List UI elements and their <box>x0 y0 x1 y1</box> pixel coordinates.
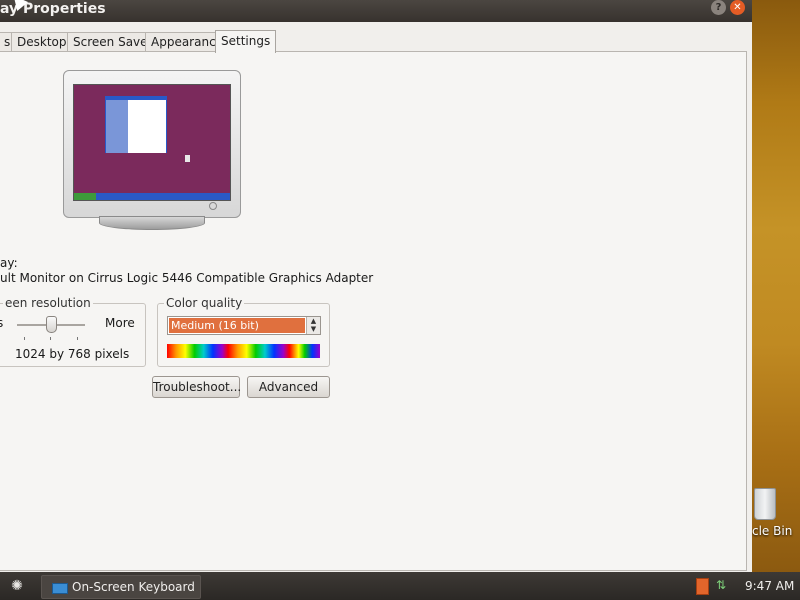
recycle-bin-label: cle Bin <box>752 524 793 538</box>
clock[interactable]: 9:47 AM <box>745 572 794 600</box>
slider-tick <box>24 337 25 340</box>
spin-arrows-icon[interactable]: ▲ ▼ <box>306 317 320 334</box>
tab-desktop[interactable]: Desktop <box>11 32 73 52</box>
monitor-screen <box>73 84 231 201</box>
slider-tick <box>77 337 78 340</box>
color-quality-legend: Color quality <box>164 296 245 310</box>
tab-settings[interactable]: Settings <box>215 30 277 53</box>
help-button[interactable]: ? <box>711 0 726 15</box>
color-quality-group: Color quality Medium (16 bit) ▲ ▼ <box>157 296 330 367</box>
screen-resolution-legend: een resolution <box>3 296 93 310</box>
preview-taskbar <box>74 193 230 200</box>
advanced-button[interactable]: Advanced <box>247 376 330 398</box>
color-quality-select[interactable]: Medium (16 bit) ▲ ▼ <box>167 316 321 335</box>
resolution-less-label: s <box>0 316 4 330</box>
monitor-bezel <box>63 70 241 218</box>
preview-recycle-bin-icon <box>185 155 190 162</box>
display-label: ay: <box>0 256 18 270</box>
network-icon[interactable]: ⇅ <box>716 578 730 593</box>
tray-app-icon[interactable] <box>696 578 709 595</box>
taskbar: ✺ On-Screen Keyboard ⇅ 9:47 AM <box>0 572 800 600</box>
display-device-name: ult Monitor on Cirrus Logic 5446 Compati… <box>0 271 374 285</box>
monitor-preview <box>63 70 241 230</box>
troubleshoot-button[interactable]: Troubleshoot... <box>152 376 241 398</box>
color-spectrum-bar <box>167 344 320 358</box>
taskbar-item-on-screen-keyboard[interactable]: On-Screen Keyboard <box>41 575 201 599</box>
close-button[interactable]: ✕ <box>730 0 745 15</box>
preview-window-sidebar <box>106 100 128 153</box>
resolution-more-label: More <box>105 316 135 330</box>
slider-tick <box>50 337 51 340</box>
recycle-bin-icon <box>754 488 776 520</box>
preview-start-button <box>74 193 96 200</box>
display-properties-window: ay Properties ? ✕ s Desktop Screen Saver… <box>0 0 752 572</box>
screen-resolution-group: een resolution s More 1024 by 768 pixels <box>0 296 146 367</box>
color-quality-selected-value: Medium (16 bit) <box>169 318 305 333</box>
resolution-slider-thumb[interactable] <box>46 316 57 333</box>
keyboard-icon <box>52 583 68 594</box>
resolution-value: 1024 by 768 pixels <box>15 347 130 361</box>
recycle-bin-shortcut[interactable]: cle Bin <box>752 486 800 546</box>
taskbar-item-label: On-Screen Keyboard <box>72 580 195 594</box>
ubuntu-logo-icon[interactable]: ✺ <box>9 578 25 594</box>
monitor-stand <box>99 216 205 230</box>
preview-window <box>105 96 167 153</box>
power-button-icon <box>209 202 217 210</box>
title-bar[interactable]: ay Properties ? ✕ <box>0 0 752 22</box>
